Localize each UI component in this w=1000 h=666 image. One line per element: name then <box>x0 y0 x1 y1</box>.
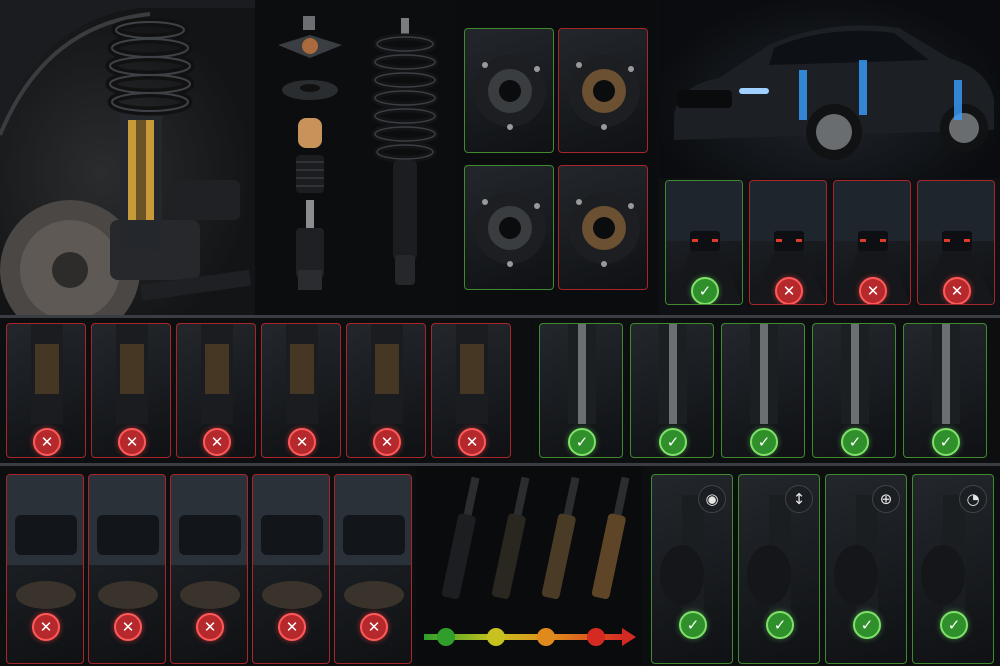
wheel-cutaway-panel <box>0 0 255 315</box>
cross-badge-icon: ✕ <box>114 613 142 641</box>
wear-stage-dot <box>487 628 505 646</box>
cross-badge-icon: ✕ <box>203 428 231 456</box>
grille-icon <box>677 90 732 108</box>
divider <box>0 315 1000 318</box>
shock-absorber-icon <box>541 476 580 599</box>
worn-parts-panel: ✕ ✕ ✕ ✕ ✕ ✕ <box>0 318 530 463</box>
check-badge-icon: ✓ <box>659 428 687 456</box>
check-badge-icon: ✓ <box>750 428 778 456</box>
divider <box>0 463 1000 466</box>
road-test-panel: ✓ ✕ ✕ ✕ <box>659 178 1000 315</box>
worn-part-tile: ✕ <box>176 323 256 458</box>
strut-mount-tile <box>558 28 648 153</box>
wear-scale-panel <box>416 466 642 666</box>
cross-badge-icon: ✕ <box>775 277 803 304</box>
cross-badge-icon: ✕ <box>373 428 401 456</box>
symptoms-panel: ✕ ✕ ✕ ✕ ✕ <box>0 466 413 666</box>
car-hero-illustration <box>674 25 994 160</box>
check-badge-icon: ✓ <box>766 611 794 639</box>
up-down-arrow-icon: ↕ <box>785 485 813 513</box>
cross-badge-icon: ✕ <box>278 613 306 641</box>
gauge-icon: ◔ <box>959 485 987 513</box>
worn-part-tile: ✕ <box>6 323 86 458</box>
worn-part-tile: ✕ <box>261 323 341 458</box>
strut-mount-tile <box>464 28 554 153</box>
shock-absorber-icon <box>441 476 480 599</box>
eye-icon: ◉ <box>698 485 726 513</box>
inspection-step-tile: ⊕ ✓ <box>825 474 907 664</box>
check-badge-icon: ✓ <box>853 611 881 639</box>
symptom-tile: ✕ <box>334 474 412 664</box>
cross-badge-icon: ✕ <box>859 277 887 304</box>
road-test-tile: ✕ <box>833 180 911 305</box>
bump-stop-icon <box>298 118 322 148</box>
road-test-tile: ✕ <box>917 180 995 305</box>
target-icon: ⊕ <box>872 485 900 513</box>
cross-badge-icon: ✕ <box>288 428 316 456</box>
shock-absorber-icon <box>491 476 530 599</box>
strut-mount-panel <box>456 0 656 315</box>
symptom-tile: ✕ <box>252 474 330 664</box>
inspection-step-tile: ◔ ✓ <box>912 474 994 664</box>
shock-absorber-icon <box>591 476 630 599</box>
piston-rod-icon <box>306 200 314 230</box>
exploded-view-panel <box>258 0 453 315</box>
wear-stage-dot <box>437 628 455 646</box>
cross-badge-icon: ✕ <box>196 613 224 641</box>
check-badge-icon: ✓ <box>691 277 719 304</box>
cross-badge-icon: ✕ <box>360 613 388 641</box>
strut-mount-tile <box>464 165 554 290</box>
wheel-cutaway-illustration <box>0 0 255 315</box>
wear-stage-dot <box>537 628 555 646</box>
cross-badge-icon: ✕ <box>118 428 146 456</box>
symptom-tile: ✕ <box>6 474 84 664</box>
symptom-tile: ✕ <box>88 474 166 664</box>
road-test-tile: ✓ <box>665 180 743 305</box>
cross-badge-icon: ✕ <box>943 277 971 304</box>
exploded-strut-illustration <box>278 16 439 290</box>
top-nut-icon <box>303 16 315 30</box>
good-part-tile: ✓ <box>721 323 805 458</box>
arrow-right-icon <box>622 628 636 646</box>
front-strut-highlight-icon <box>799 70 807 120</box>
worn-part-tile: ✕ <box>91 323 171 458</box>
cross-badge-icon: ✕ <box>32 613 60 641</box>
cross-badge-icon: ✕ <box>458 428 486 456</box>
road-test-tile: ✕ <box>749 180 827 305</box>
good-part-tile: ✓ <box>812 323 896 458</box>
car-hero-panel <box>659 0 1000 178</box>
assembled-strut-icon <box>371 18 439 285</box>
inspection-step-tile: ◉ ✓ <box>651 474 733 664</box>
good-part-tile: ✓ <box>539 323 623 458</box>
check-badge-icon: ✓ <box>568 428 596 456</box>
check-badge-icon: ✓ <box>679 611 707 639</box>
wear-stage-dot <box>587 628 605 646</box>
good-part-tile: ✓ <box>903 323 987 458</box>
rear-strut-highlight-icon <box>954 80 962 120</box>
suspension-infographic: ✓ ✕ ✕ ✕ ✕ ✕ ✕ ✕ ✕ ✕ ✓ ✓ ✓ ✓ ✓ ✕ ✕ ✕ ✕ ✕ ◉ ✓ ↕ ✓ ⊕ ✓ ◔ ✓ <box>0 0 1000 666</box>
strut-mount-tile <box>558 165 648 290</box>
shock-wear-progression-illustration <box>424 476 636 646</box>
worn-part-tile: ✕ <box>346 323 426 458</box>
check-badge-icon: ✓ <box>940 611 968 639</box>
inspection-step-tile: ↕ ✓ <box>738 474 820 664</box>
cross-badge-icon: ✕ <box>33 428 61 456</box>
inspection-panel: ◉ ✓ ↕ ✓ ⊕ ✓ ◔ ✓ <box>645 466 1000 666</box>
symptom-tile: ✕ <box>170 474 248 664</box>
good-parts-panel: ✓ ✓ ✓ ✓ ✓ <box>533 318 1000 463</box>
good-part-tile: ✓ <box>630 323 714 458</box>
check-badge-icon: ✓ <box>932 428 960 456</box>
worn-part-tile: ✕ <box>431 323 511 458</box>
check-badge-icon: ✓ <box>841 428 869 456</box>
dust-boot-icon <box>296 155 324 193</box>
